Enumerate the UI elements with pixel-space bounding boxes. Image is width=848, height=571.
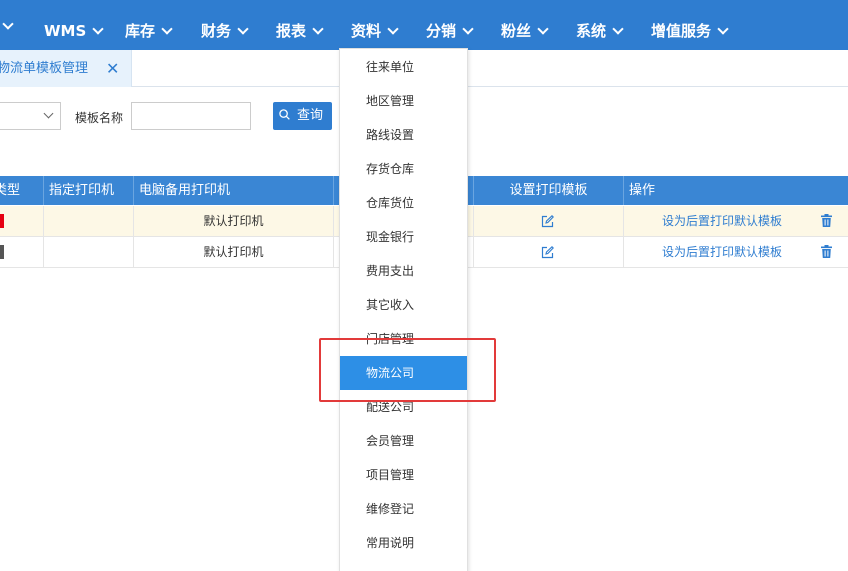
type-cell xyxy=(0,206,44,236)
menu-item-repairs[interactable]: 维修登记 xyxy=(340,492,467,526)
nav-item-inventory[interactable]: 库存 xyxy=(125,0,173,50)
menu-item-warehouses[interactable]: 存货仓库 xyxy=(340,152,467,186)
edit-icon[interactable] xyxy=(541,215,554,228)
color-marker xyxy=(0,245,4,259)
menu-item-delivery-company[interactable]: 配送公司 xyxy=(340,390,467,424)
menu-item-expenses[interactable]: 费用支出 xyxy=(340,254,467,288)
menu-item-other-income[interactable]: 其它收入 xyxy=(340,288,467,322)
template-cell xyxy=(474,237,624,267)
nav-item-reports[interactable]: 报表 xyxy=(276,0,324,50)
chevron-down-icon xyxy=(612,23,624,35)
col-actions: 操作 xyxy=(629,183,656,198)
backup-printer-cell: 默认打印机 xyxy=(134,206,334,236)
menu-item-routes[interactable]: 路线设置 xyxy=(340,118,467,152)
trash-icon[interactable] xyxy=(821,214,832,227)
nav-item-data[interactable]: 资料 xyxy=(351,0,399,50)
printer-cell xyxy=(44,237,134,267)
chevron-down-icon xyxy=(161,23,173,35)
trash-icon[interactable] xyxy=(821,245,832,258)
chevron-down-icon xyxy=(92,23,104,35)
menu-item-notes[interactable]: 常用说明 xyxy=(340,526,467,560)
tab-logistics-template[interactable]: 物流单模板管理 ✕ xyxy=(0,50,132,87)
actions-cell: 设为后置打印默认模板 xyxy=(624,237,848,267)
set-default-template-link[interactable]: 设为后置打印默认模板 xyxy=(662,206,782,236)
col-backup-printer: 电脑备用打印机 xyxy=(134,176,334,205)
col-template: 设置打印模板 xyxy=(474,176,624,205)
query-button[interactable]: 查询 xyxy=(273,102,332,130)
nav-item-system[interactable]: 系统 xyxy=(576,0,624,50)
edit-icon[interactable] xyxy=(541,246,554,259)
nav-item-wms[interactable]: WMS xyxy=(44,0,104,50)
col-printer: 指定打印机 xyxy=(44,176,134,205)
type-cell xyxy=(0,237,44,267)
backup-printer-cell: 默认打印机 xyxy=(134,237,334,267)
template-name-label: 模板名称 xyxy=(75,111,124,125)
color-marker xyxy=(0,214,4,228)
chevron-down-icon[interactable] xyxy=(2,18,14,30)
actions-cell: 设为后置打印默认模板 xyxy=(624,206,848,236)
chevron-down-icon xyxy=(717,23,729,35)
chevron-down-icon xyxy=(537,23,549,35)
menu-item-members[interactable]: 会员管理 xyxy=(340,424,467,458)
nav-item-fans[interactable]: 粉丝 xyxy=(501,0,549,50)
menu-item-projects[interactable]: 项目管理 xyxy=(340,458,467,492)
search-icon xyxy=(279,109,290,120)
nav-item-value-added[interactable]: 增值服务 xyxy=(651,0,729,50)
chevron-down-icon xyxy=(387,23,399,35)
col-type: 类型 xyxy=(0,176,44,205)
menu-item-locations[interactable]: 仓库货位 xyxy=(340,186,467,220)
chevron-down-icon xyxy=(43,108,54,119)
chevron-down-icon xyxy=(237,23,249,35)
menu-item-contacts[interactable]: 往来单位 xyxy=(340,50,467,84)
close-icon[interactable]: ✕ xyxy=(106,50,119,87)
chevron-down-icon xyxy=(312,23,324,35)
template-cell xyxy=(474,206,624,236)
nav-item-finance[interactable]: 财务 xyxy=(201,0,249,50)
template-name-input[interactable] xyxy=(131,102,251,130)
menu-item-regions[interactable]: 地区管理 xyxy=(340,84,467,118)
data-dropdown-menu: 往来单位 地区管理 路线设置 存货仓库 仓库货位 现金银行 费用支出 其它收入 … xyxy=(339,48,468,571)
menu-item-cash-bank[interactable]: 现金银行 xyxy=(340,220,467,254)
printer-cell xyxy=(44,206,134,236)
set-default-template-link[interactable]: 设为后置打印默认模板 xyxy=(662,237,782,267)
top-nav: WMS 库存 财务 报表 资料 分销 粉丝 系统 增值服务 xyxy=(0,0,848,50)
menu-item-stores[interactable]: 门店管理 xyxy=(340,322,467,356)
menu-item-logistics-company[interactable]: 物流公司 xyxy=(340,356,467,390)
chevron-down-icon xyxy=(462,23,474,35)
nav-item-distribution[interactable]: 分销 xyxy=(426,0,474,50)
app-window: WMS 库存 财务 报表 资料 分销 粉丝 系统 增值服务 物流单模板管理 ✕ … xyxy=(0,0,848,571)
type-select[interactable] xyxy=(0,102,61,130)
